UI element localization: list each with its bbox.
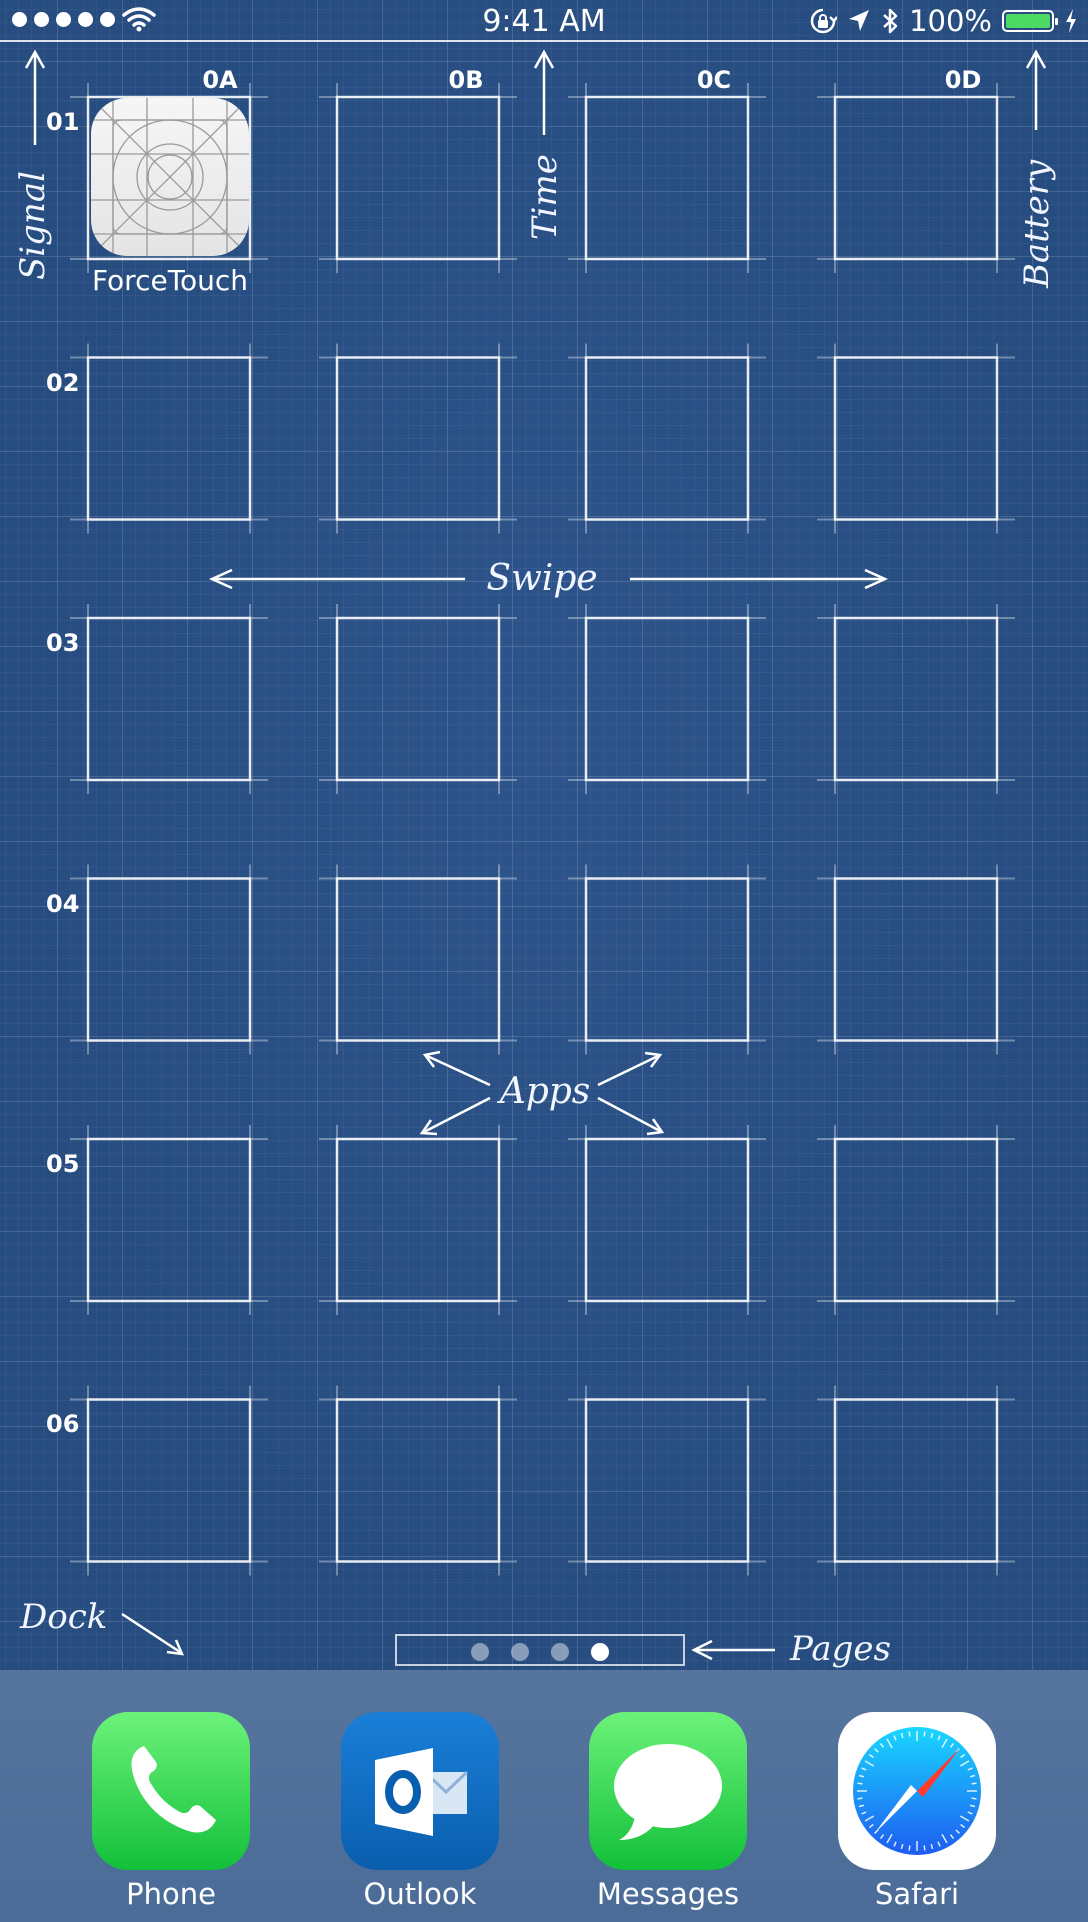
apps-annotation: Apps: [419, 1050, 665, 1136]
page-dot[interactable]: [511, 1643, 529, 1661]
pages-label: Pages: [789, 1629, 891, 1669]
app-slot: [833, 95, 999, 261]
row-label: 04: [46, 890, 79, 918]
apps-label: Apps: [497, 1071, 591, 1112]
app-slot: [584, 616, 750, 782]
phone-icon: [92, 1712, 250, 1870]
column-label: 0A: [202, 66, 238, 94]
column-label: 0B: [449, 66, 484, 94]
battery-annotation: Battery: [1017, 49, 1057, 289]
app-slot: [833, 616, 999, 782]
page-dot-active[interactable]: [591, 1643, 609, 1661]
swipe-label: Swipe: [486, 558, 597, 599]
dock-app-phone[interactable]: Phone: [71, 1712, 271, 1911]
app-slot: [335, 877, 501, 1042]
app-slot: [86, 1398, 252, 1563]
app-slot: [584, 356, 750, 521]
dock-app-messages[interactable]: Messages: [568, 1712, 768, 1911]
app-slot-grid: [70, 83, 1015, 1576]
swipe-annotation: Swipe: [208, 558, 889, 599]
messages-icon: [589, 1712, 747, 1870]
page-indicator[interactable]: [395, 1634, 685, 1666]
app-slot: [584, 877, 750, 1042]
column-label: 0C: [697, 66, 731, 94]
app-slot: [86, 1137, 252, 1303]
app-slot: [833, 356, 999, 521]
app-slot: [833, 877, 999, 1042]
pages-annotation: Pages: [691, 1629, 891, 1669]
battery-label: Battery: [1017, 159, 1057, 289]
signal-annotation: Signal: [13, 49, 53, 280]
page-dot[interactable]: [471, 1643, 489, 1661]
app-label: ForceTouch: [91, 264, 249, 297]
row-label: 03: [46, 629, 79, 657]
outlook-icon: [341, 1712, 499, 1870]
app-slot: [335, 1137, 501, 1303]
dock-app-safari[interactable]: Safari: [817, 1712, 1017, 1911]
dock-app-outlook[interactable]: Outlook: [320, 1712, 520, 1911]
app-slot: [86, 616, 252, 782]
page-dots: [397, 1643, 683, 1661]
app-forcetouch[interactable]: ForceTouch: [80, 98, 260, 297]
dock-app-label: Outlook: [363, 1877, 477, 1911]
app-slot: [86, 356, 252, 521]
app-slot: [335, 616, 501, 782]
app-slot: [584, 1137, 750, 1303]
dock-app-label: Phone: [126, 1877, 216, 1911]
app-slot: [335, 95, 501, 261]
column-label: 0D: [945, 66, 982, 94]
safari-icon: [838, 1712, 996, 1870]
dock-app-label: Messages: [596, 1877, 740, 1911]
dock-label: Dock: [19, 1597, 107, 1637]
signal-label: Signal: [13, 171, 53, 280]
app-slot: [584, 1398, 750, 1563]
row-label: 01: [46, 108, 79, 136]
app-slot: [335, 356, 501, 521]
time-label: Time: [525, 154, 565, 240]
app-slot: [833, 1137, 999, 1303]
blank-app-template-icon: [91, 98, 249, 256]
home-screen: 9:41 AM 100% 0A 0B 0C 0D 01 02 03 04 05 …: [0, 0, 1088, 1922]
app-slot: [335, 1398, 501, 1563]
time-annotation: Time: [525, 49, 565, 240]
row-label: 02: [46, 369, 79, 397]
dock-annotation: Dock: [19, 1597, 185, 1656]
dock-app-label: Safari: [874, 1877, 960, 1911]
row-label: 05: [46, 1150, 79, 1178]
page-dot[interactable]: [551, 1643, 569, 1661]
row-label: 06: [46, 1410, 79, 1438]
app-slot: [833, 1398, 999, 1563]
app-slot: [86, 877, 252, 1042]
app-slot: [584, 95, 750, 261]
